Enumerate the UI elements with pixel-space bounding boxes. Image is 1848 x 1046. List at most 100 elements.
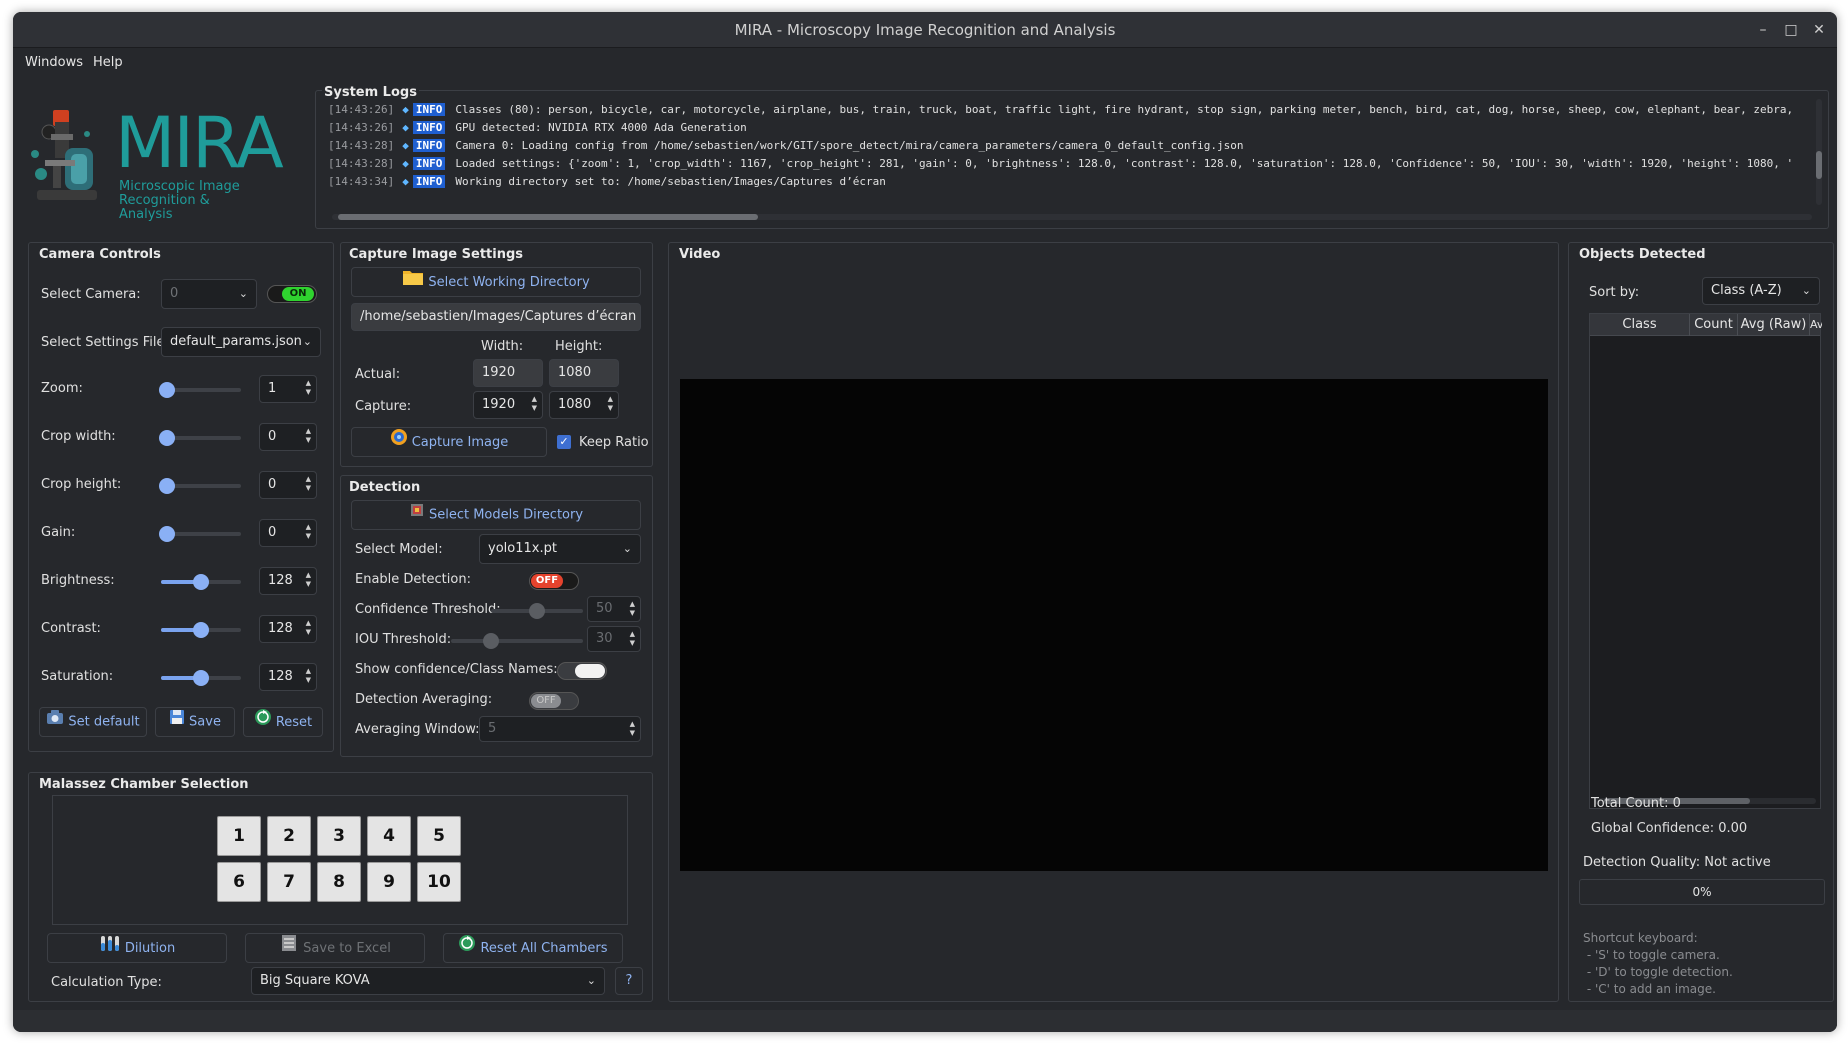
calculation-type-select[interactable]: Big Square KOVA ⌄	[251, 967, 605, 995]
minimize-icon[interactable]: –	[1753, 20, 1773, 40]
slider-spinbox[interactable]: 1 ▲ ▼	[259, 375, 317, 403]
objects-detected-title: Objects Detected	[1577, 247, 1708, 262]
malassez-panel: Malassez Chamber Selection 1 2 3 4 5 6 7 8 9 10 D…	[28, 772, 653, 1002]
log-vscrollbar[interactable]	[1816, 99, 1822, 205]
column-header-class[interactable]: Class	[1590, 314, 1690, 336]
column-header-avg-raw[interactable]: Avg (Raw)	[1738, 314, 1810, 336]
reset-button[interactable]: Reset	[243, 707, 323, 737]
diamond-icon: ◆	[402, 175, 409, 188]
slider-spinbox[interactable]: 0 ▲ ▼	[259, 423, 317, 451]
menu-help[interactable]: Help	[93, 55, 123, 70]
chamber-button-4[interactable]: 4	[367, 816, 411, 856]
slider-handle[interactable]	[193, 622, 209, 638]
working-directory-field[interactable]: /home/sebastien/Images/Captures d’écran	[351, 303, 641, 331]
slider-handle[interactable]	[193, 670, 209, 686]
slider-handle[interactable]	[159, 430, 175, 446]
log-hscrollbar[interactable]	[332, 214, 1812, 220]
select-working-directory-button[interactable]: Select Working Directory	[351, 267, 641, 297]
averaging-window-label: Averaging Window:	[355, 722, 480, 737]
confidence-spinbox[interactable]: 50 ▲ ▼	[587, 596, 641, 622]
height-label: Height:	[555, 339, 603, 354]
set-default-button[interactable]: Set default	[39, 707, 147, 737]
microscope-icon	[31, 110, 97, 200]
capture-width-spinbox[interactable]: 1920 ▲ ▼	[473, 391, 543, 419]
log-line: [14:43:34] ◆ INFO Working directory set to:…	[328, 175, 886, 188]
camera-controls-panel: Camera Controls Select Camera: 0 ⌄ ON Sel…	[28, 242, 334, 752]
video-panel: Video	[668, 242, 1559, 1002]
total-count-text: Total Count: 0	[1591, 796, 1681, 811]
model-select[interactable]: yolo11x.pt ⌄	[479, 534, 641, 564]
main-window: MIRA - Microscopy Image Recognition and …	[13, 12, 1837, 1032]
dilution-button[interactable]: Dilution	[47, 933, 227, 963]
actual-label: Actual:	[355, 367, 401, 382]
keep-ratio-checkbox[interactable]: ✓	[557, 435, 571, 449]
slider-handle[interactable]	[159, 526, 175, 542]
select-models-directory-button[interactable]: Select Models Directory	[351, 500, 641, 530]
actual-height-field: 1080	[549, 359, 619, 387]
chamber-button-10[interactable]: 10	[417, 862, 461, 902]
slider-handle[interactable]	[159, 382, 175, 398]
objects-detected-panel: Objects Detected Sort by: Class (A-Z) ⌄ C…	[1568, 242, 1834, 1002]
save-button[interactable]: Save	[155, 707, 235, 737]
menu-windows[interactable]: Windows	[25, 55, 83, 70]
iou-spinbox[interactable]: 30 ▲ ▼	[587, 626, 641, 652]
status-bar	[13, 1010, 1837, 1032]
capture-height-spinbox[interactable]: 1080 ▲ ▼	[549, 391, 619, 419]
reset-all-chambers-button[interactable]: Reset All Chambers	[443, 933, 623, 963]
detection-averaging-toggle[interactable]: OFF	[529, 692, 579, 710]
column-header-count[interactable]: Count	[1690, 314, 1738, 336]
chamber-button-5[interactable]: 5	[417, 816, 461, 856]
settings-file-select[interactable]: default_params.json ⌄	[161, 327, 321, 357]
chamber-button-9[interactable]: 9	[367, 862, 411, 902]
chevron-down-icon: ⌄	[622, 542, 632, 555]
reset-icon	[254, 708, 272, 737]
log-line: [14:43:26] ◆ INFO Classes (80): person, bic…	[328, 103, 1793, 116]
camera-controls-title: Camera Controls	[37, 247, 163, 262]
slider-spinbox[interactable]: 128 ▲ ▼	[259, 567, 317, 595]
show-names-label: Show confidence/Class Names:	[355, 662, 558, 677]
folder-icon	[402, 268, 424, 297]
slider-spinbox[interactable]: 0 ▲ ▼	[259, 471, 317, 499]
save-to-excel-button[interactable]: Save to Excel	[245, 933, 425, 963]
show-names-toggle[interactable]	[557, 662, 607, 680]
capture-image-button[interactable]: Capture Image	[351, 427, 547, 457]
sort-by-select[interactable]: Class (A-Z) ⌄	[1702, 277, 1820, 305]
chamber-button-6[interactable]: 6	[217, 862, 261, 902]
calculation-help-button[interactable]: ?	[615, 967, 643, 995]
chamber-button-1[interactable]: 1	[217, 816, 261, 856]
log-line: [14:43:28] ◆ INFO Camera 0: Loading config …	[328, 139, 1243, 152]
video-display[interactable]	[680, 379, 1548, 871]
progress-text: 0%	[1692, 885, 1712, 899]
capture-settings-panel: Capture Image Settings Select Working Di…	[340, 242, 653, 467]
close-icon[interactable]: ✕	[1809, 20, 1829, 40]
confidence-slider-handle[interactable]	[529, 603, 545, 619]
title-bar: MIRA - Microscopy Image Recognition and …	[13, 12, 1837, 48]
chamber-button-3[interactable]: 3	[317, 816, 361, 856]
window-title: MIRA - Microscopy Image Recognition and …	[734, 21, 1116, 39]
slider-handle[interactable]	[159, 478, 175, 494]
enable-detection-toggle[interactable]: OFF	[529, 572, 579, 590]
chamber-button-7[interactable]: 7	[267, 862, 311, 902]
camera-toggle[interactable]: ON	[267, 285, 317, 303]
averaging-window-spinbox[interactable]: 5 ▲ ▼	[479, 716, 641, 742]
slider-spinbox[interactable]: 0 ▲ ▼	[259, 519, 317, 547]
confidence-threshold-label: Confidence Threshold:	[355, 602, 501, 617]
camera-select[interactable]: 0 ⌄	[161, 279, 257, 309]
objects-table[interactable]: Class Count Avg (Raw) Av	[1589, 313, 1822, 809]
menu-bar: Windows Help	[13, 48, 1837, 76]
app-logo: MIRA Microscopic Image Recognition & Ana…	[27, 104, 284, 222]
chamber-button-8[interactable]: 8	[317, 862, 361, 902]
slider-handle[interactable]	[193, 574, 209, 590]
log-timestamp: [14:43:34]	[328, 175, 395, 188]
detection-title: Detection	[347, 480, 423, 495]
maximize-icon[interactable]: □	[1781, 20, 1801, 40]
slider-spinbox[interactable]: 128 ▲ ▼	[259, 663, 317, 691]
chamber-button-2[interactable]: 2	[267, 816, 311, 856]
column-header-av[interactable]: Av	[1810, 314, 1822, 336]
slider-label: Crop width:	[41, 429, 116, 444]
logo-subtitle-line1: Microscopic Image	[119, 179, 240, 194]
slider-spinbox[interactable]: 128 ▲ ▼	[259, 615, 317, 643]
iou-slider-track[interactable]	[451, 639, 583, 643]
actual-width-field: 1920	[473, 359, 543, 387]
iou-slider-handle[interactable]	[483, 633, 499, 649]
